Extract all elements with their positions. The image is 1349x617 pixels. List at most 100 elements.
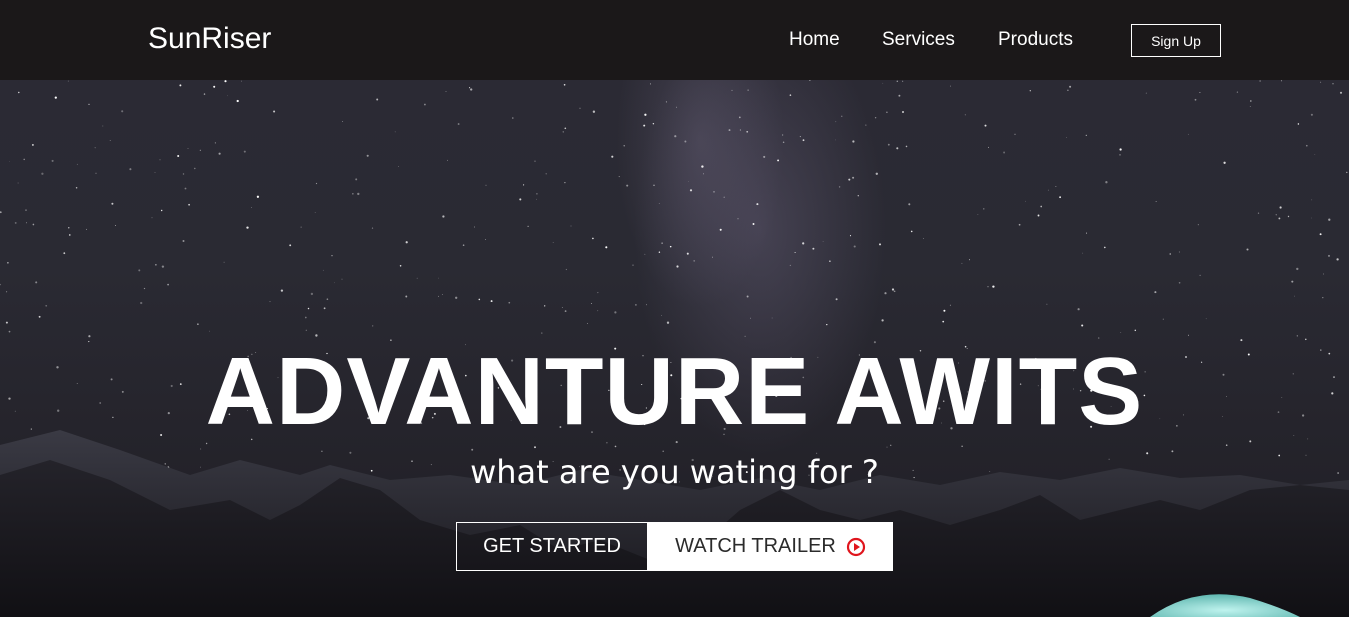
- star: [1236, 91, 1239, 93]
- star: [1319, 233, 1322, 236]
- star: [209, 330, 211, 332]
- star: [88, 103, 90, 106]
- star: [747, 89, 749, 91]
- get-started-button[interactable]: GET STARTED: [456, 522, 648, 571]
- star: [1025, 200, 1027, 202]
- star: [121, 110, 124, 113]
- nav-link-products[interactable]: Products: [998, 29, 1073, 51]
- star: [1077, 308, 1080, 311]
- star: [1066, 136, 1067, 138]
- star: [376, 98, 379, 101]
- star: [69, 234, 71, 236]
- star: [462, 244, 465, 247]
- star: [213, 85, 216, 88]
- star: [658, 251, 661, 253]
- star: [1194, 98, 1197, 101]
- star: [372, 325, 374, 327]
- star: [1280, 80, 1283, 82]
- watch-trailer-label: WATCH TRAILER: [675, 535, 836, 557]
- star: [782, 141, 785, 143]
- star: [1323, 273, 1324, 275]
- star: [988, 146, 990, 148]
- star: [508, 301, 511, 304]
- star: [63, 252, 66, 255]
- star: [835, 139, 837, 141]
- star: [315, 182, 318, 185]
- star: [182, 239, 185, 243]
- star: [35, 281, 38, 284]
- star: [161, 209, 163, 212]
- star: [1320, 81, 1322, 83]
- star: [1178, 251, 1180, 253]
- star: [896, 80, 899, 83]
- star: [879, 243, 881, 246]
- star: [399, 265, 402, 267]
- star: [1275, 214, 1277, 216]
- star: [902, 111, 904, 113]
- star: [1029, 90, 1031, 92]
- star: [849, 235, 852, 237]
- star: [485, 239, 486, 240]
- star: [523, 184, 525, 186]
- star: [371, 227, 374, 229]
- star: [561, 306, 563, 309]
- star: [273, 110, 276, 113]
- star: [38, 315, 41, 318]
- star: [1249, 106, 1251, 107]
- star: [322, 269, 324, 271]
- star: [1154, 291, 1157, 294]
- star: [703, 173, 704, 175]
- star: [227, 95, 228, 97]
- star: [865, 124, 867, 126]
- star: [771, 317, 773, 319]
- star: [881, 319, 884, 322]
- star: [676, 265, 679, 268]
- star: [923, 238, 924, 239]
- star: [1169, 253, 1171, 255]
- star: [1249, 100, 1252, 102]
- star: [644, 113, 647, 116]
- star: [893, 290, 896, 293]
- star: [674, 135, 677, 138]
- star: [355, 178, 358, 181]
- star: [992, 285, 995, 288]
- star: [964, 114, 966, 116]
- star: [334, 282, 335, 284]
- nav-link-services[interactable]: Services: [882, 29, 955, 51]
- star: [623, 145, 625, 147]
- star: [289, 244, 292, 247]
- nav-link-home[interactable]: Home: [789, 29, 840, 51]
- star: [94, 147, 96, 149]
- star: [197, 323, 199, 325]
- star: [898, 94, 901, 97]
- star: [1339, 91, 1343, 94]
- star: [686, 252, 689, 255]
- star: [1145, 92, 1147, 94]
- play-circle-icon: [846, 537, 865, 556]
- star: [179, 84, 182, 87]
- watch-trailer-button[interactable]: WATCH TRAILER: [648, 522, 893, 571]
- star: [676, 106, 678, 108]
- logo[interactable]: SunRiser: [148, 22, 271, 56]
- star: [140, 301, 143, 305]
- star: [438, 277, 440, 279]
- star: [1297, 123, 1300, 125]
- signup-button[interactable]: Sign Up: [1131, 24, 1221, 57]
- star: [182, 173, 185, 175]
- star: [1328, 218, 1331, 221]
- star: [723, 196, 725, 198]
- star: [1259, 80, 1261, 82]
- star: [246, 226, 249, 229]
- star: [541, 332, 543, 334]
- star: [366, 154, 369, 157]
- star: [739, 129, 741, 131]
- star: [731, 89, 733, 91]
- star: [25, 209, 27, 211]
- star: [661, 315, 662, 316]
- star: [1059, 196, 1061, 199]
- star: [802, 242, 805, 245]
- star: [564, 127, 567, 130]
- star: [1014, 133, 1016, 135]
- star: [684, 140, 687, 143]
- star: [0, 211, 2, 214]
